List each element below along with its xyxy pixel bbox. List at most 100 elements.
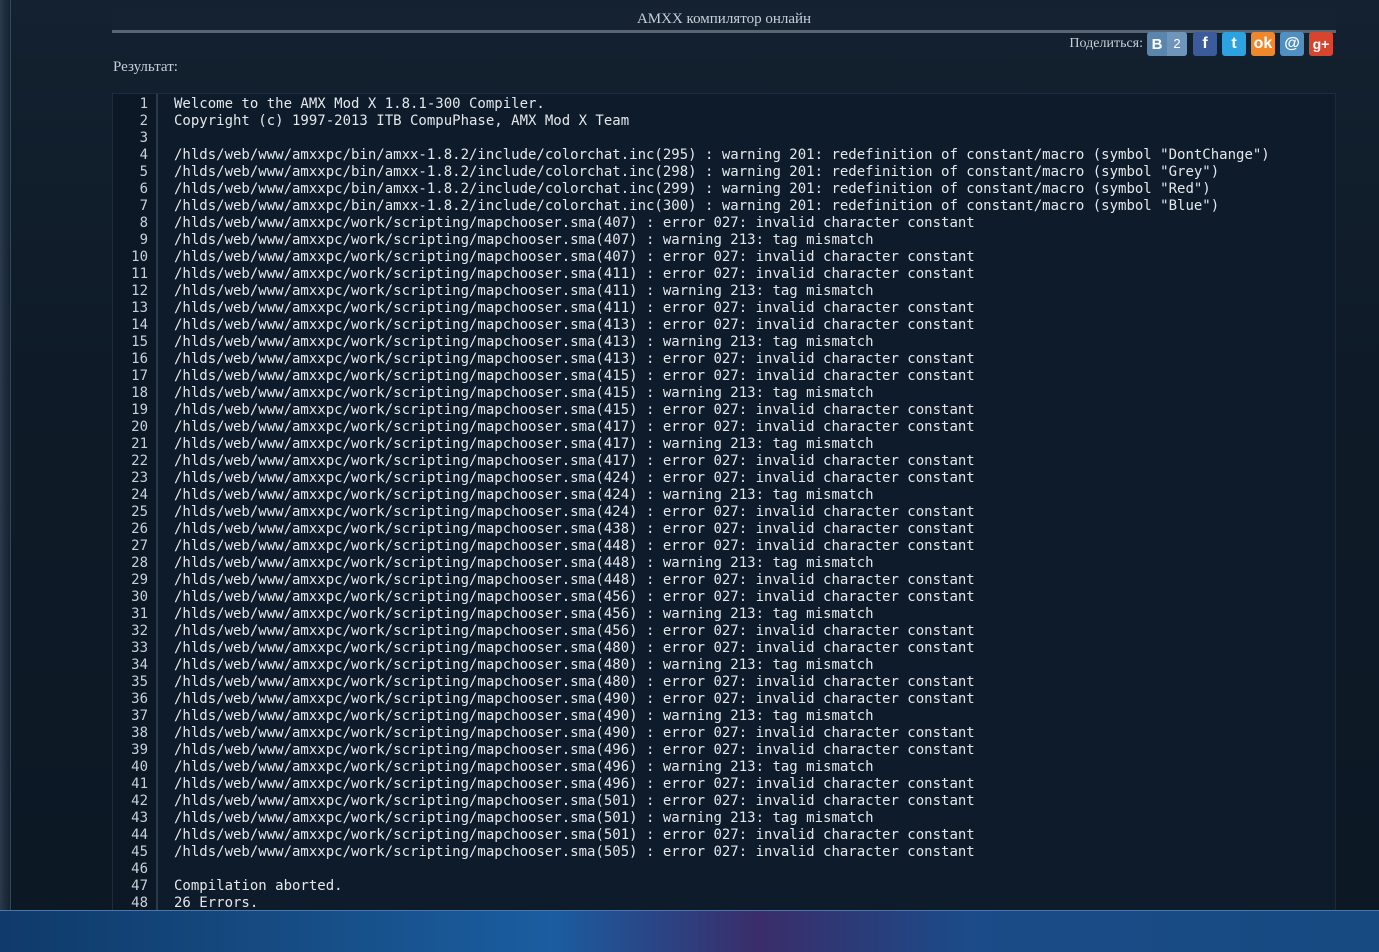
line-number: 29	[131, 572, 148, 588]
output-line: 4/hlds/web/www/amxxpc/bin/amxx-1.8.2/inc…	[113, 147, 1335, 164]
share-vk-count: 2	[1167, 32, 1187, 56]
output-line: 27/hlds/web/www/amxxpc/work/scripting/ma…	[113, 538, 1335, 555]
line-number: 47	[131, 878, 148, 894]
output-line: 26/hlds/web/www/amxxpc/work/scripting/ma…	[113, 521, 1335, 538]
output-line: 30/hlds/web/www/amxxpc/work/scripting/ma…	[113, 589, 1335, 606]
line-text: /hlds/web/www/amxxpc/work/scripting/mapc…	[174, 334, 874, 350]
line-number: 21	[131, 436, 148, 452]
line-text: /hlds/web/www/amxxpc/work/scripting/mapc…	[174, 691, 975, 707]
line-number: 22	[131, 453, 148, 469]
share-vk-button[interactable]: B 2	[1147, 32, 1187, 56]
share-label: Поделиться:	[1069, 36, 1143, 51]
output-line: 42/hlds/web/www/amxxpc/work/scripting/ma…	[113, 793, 1335, 810]
line-number: 36	[131, 691, 148, 707]
line-number: 8	[139, 215, 148, 231]
line-number: 16	[131, 351, 148, 367]
line-number: 45	[131, 844, 148, 860]
line-number: 41	[131, 776, 148, 792]
output-line: 12/hlds/web/www/amxxpc/work/scripting/ma…	[113, 283, 1335, 300]
line-text: /hlds/web/www/amxxpc/work/scripting/mapc…	[174, 249, 975, 265]
line-text	[148, 130, 174, 147]
facebook-icon[interactable]: f	[1193, 32, 1217, 56]
vk-icon: B	[1151, 35, 1163, 53]
line-number: 28	[131, 555, 148, 571]
line-number: 31	[131, 606, 148, 622]
output-line: 24/hlds/web/www/amxxpc/work/scripting/ma…	[113, 487, 1335, 504]
line-text	[148, 861, 174, 878]
line-text: /hlds/web/www/amxxpc/work/scripting/mapc…	[174, 266, 975, 282]
output-line: 25/hlds/web/www/amxxpc/work/scripting/ma…	[113, 504, 1335, 521]
line-number: 2	[139, 113, 148, 129]
taskbar	[0, 910, 1379, 952]
line-text: /hlds/web/www/amxxpc/work/scripting/mapc…	[174, 453, 975, 469]
line-text: /hlds/web/www/amxxpc/work/scripting/mapc…	[174, 402, 975, 418]
line-number: 15	[131, 334, 148, 350]
line-number: 40	[131, 759, 148, 775]
line-text: /hlds/web/www/amxxpc/work/scripting/mapc…	[174, 742, 975, 758]
line-number: 37	[131, 708, 148, 724]
output-line: 11/hlds/web/www/amxxpc/work/scripting/ma…	[113, 266, 1335, 283]
odnoklassniki-icon[interactable]: ok	[1251, 32, 1275, 56]
line-text: /hlds/web/www/amxxpc/work/scripting/mapc…	[174, 623, 975, 639]
line-text: Copyright (c) 1997-2013 ITB CompuPhase, …	[174, 113, 630, 129]
output-line: 10/hlds/web/www/amxxpc/work/scripting/ma…	[113, 249, 1335, 266]
line-text: /hlds/web/www/amxxpc/work/scripting/mapc…	[174, 385, 874, 401]
line-number: 5	[139, 164, 148, 180]
line-text: /hlds/web/www/amxxpc/bin/amxx-1.8.2/incl…	[174, 147, 1270, 163]
line-number: 12	[131, 283, 148, 299]
output-line: 17/hlds/web/www/amxxpc/work/scripting/ma…	[113, 368, 1335, 385]
line-number: 43	[131, 810, 148, 826]
line-number: 30	[131, 589, 148, 605]
line-text: /hlds/web/www/amxxpc/work/scripting/mapc…	[174, 810, 874, 826]
window-left-edge	[0, 0, 11, 910]
line-text: /hlds/web/www/amxxpc/work/scripting/mapc…	[174, 793, 975, 809]
line-number: 13	[131, 300, 148, 316]
line-number: 27	[131, 538, 148, 554]
line-text: /hlds/web/www/amxxpc/work/scripting/mapc…	[174, 589, 975, 605]
mail-icon[interactable]: @	[1280, 32, 1304, 56]
line-number: 38	[131, 725, 148, 741]
line-text: /hlds/web/www/amxxpc/work/scripting/mapc…	[174, 725, 975, 741]
line-number: 14	[131, 317, 148, 333]
output-line: 9/hlds/web/www/amxxpc/work/scripting/map…	[113, 232, 1335, 249]
line-text: /hlds/web/www/amxxpc/bin/amxx-1.8.2/incl…	[174, 198, 1220, 214]
output-line: 2 Copyright (c) 1997-2013 ITB CompuPhase,…	[113, 113, 1335, 130]
line-text: /hlds/web/www/amxxpc/work/scripting/mapc…	[174, 487, 874, 503]
line-text: /hlds/web/www/amxxpc/work/scripting/mapc…	[174, 351, 975, 367]
line-number: 44	[131, 827, 148, 843]
line-text: /hlds/web/www/amxxpc/bin/amxx-1.8.2/incl…	[174, 164, 1220, 180]
line-number: 1	[139, 96, 148, 112]
line-text: /hlds/web/www/amxxpc/work/scripting/mapc…	[174, 470, 975, 486]
line-number: 6	[139, 181, 148, 197]
line-text: /hlds/web/www/amxxpc/work/scripting/mapc…	[174, 436, 874, 452]
output-line: 5/hlds/web/www/amxxpc/bin/amxx-1.8.2/inc…	[113, 164, 1335, 181]
line-text: /hlds/web/www/amxxpc/work/scripting/mapc…	[174, 674, 975, 690]
line-text: /hlds/web/www/amxxpc/work/scripting/mapc…	[174, 606, 874, 622]
output-line: 47 Compilation aborted.	[113, 878, 1335, 895]
twitter-icon[interactable]: t	[1222, 32, 1246, 56]
line-text: /hlds/web/www/amxxpc/work/scripting/mapc…	[174, 317, 975, 333]
line-number: 17	[131, 368, 148, 384]
line-number: 4	[139, 147, 148, 163]
line-text: /hlds/web/www/amxxpc/work/scripting/mapc…	[174, 300, 975, 316]
compiler-output[interactable]: 1 Welcome to the AMX Mod X 1.8.1-300 Comp…	[112, 93, 1336, 912]
output-line: 3	[113, 130, 1335, 147]
line-text: /hlds/web/www/amxxpc/work/scripting/mapc…	[174, 708, 874, 724]
output-line: 18/hlds/web/www/amxxpc/work/scripting/ma…	[113, 385, 1335, 402]
line-text: Compilation aborted.	[174, 878, 343, 894]
line-number: 24	[131, 487, 148, 503]
line-text: /hlds/web/www/amxxpc/work/scripting/mapc…	[174, 215, 975, 231]
output-line: 15/hlds/web/www/amxxpc/work/scripting/ma…	[113, 334, 1335, 351]
output-line: 28/hlds/web/www/amxxpc/work/scripting/ma…	[113, 555, 1335, 572]
output-line: 44/hlds/web/www/amxxpc/work/scripting/ma…	[113, 827, 1335, 844]
line-number: 20	[131, 419, 148, 435]
line-number: 25	[131, 504, 148, 520]
line-text: /hlds/web/www/amxxpc/work/scripting/mapc…	[174, 640, 975, 656]
line-text: /hlds/web/www/amxxpc/work/scripting/mapc…	[174, 572, 975, 588]
line-text: /hlds/web/www/amxxpc/work/scripting/mapc…	[174, 827, 975, 843]
output-line: 6/hlds/web/www/amxxpc/bin/amxx-1.8.2/inc…	[113, 181, 1335, 198]
line-number: 33	[131, 640, 148, 656]
google-plus-icon[interactable]: g+	[1309, 32, 1333, 56]
line-number: 34	[131, 657, 148, 673]
line-number: 18	[131, 385, 148, 401]
